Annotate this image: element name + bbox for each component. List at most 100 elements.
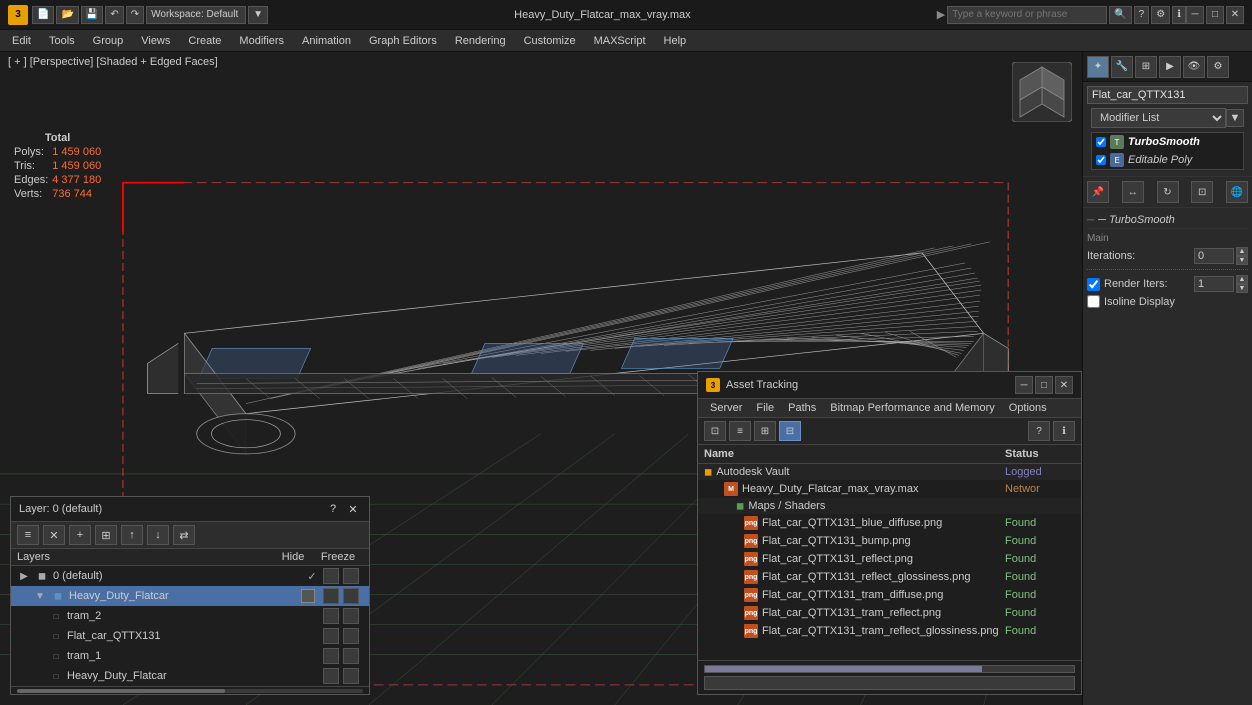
list-item[interactable]: png Flat_car_QTTX131_tram_reflect_glossi… [698,622,1081,640]
list-item[interactable]: □ Heavy_Duty_Flatcar [11,666,369,686]
search-btn[interactable]: 🔍 [1109,6,1131,24]
list-item[interactable]: ▶ ◼ 0 (default) ✓ [11,566,369,586]
workspace-expand[interactable]: ▼ [248,6,268,24]
info-icon[interactable]: ℹ [1172,6,1186,24]
ts-collapse-button[interactable]: ─ [1087,215,1094,226]
layer-tool-6[interactable]: ↓ [147,525,169,545]
redo-btn[interactable]: ↷ [126,6,144,24]
scroll-thumb[interactable] [17,689,225,693]
menu-tools[interactable]: Tools [41,33,83,49]
layer-close-button[interactable]: ✕ [345,501,361,517]
layer-visibility-box[interactable] [301,589,315,603]
new-btn[interactable]: 📄 [32,6,54,24]
ts-render-up-btn[interactable]: ▲ [1236,275,1248,284]
asset-menu-options[interactable]: Options [1003,401,1053,415]
asset-close-button[interactable]: ✕ [1055,376,1073,394]
settings-icon[interactable]: ⚙ [1151,6,1170,24]
viewport[interactable]: [ + ] [Perspective] [Shaded + Edged Face… [0,52,1082,705]
modifier-editable-poly[interactable]: E Editable Poly [1092,151,1243,169]
menu-group[interactable]: Group [85,33,132,49]
list-item[interactable]: png Flat_car_QTTX131_blue_diffuse.png Fo… [698,514,1081,532]
menu-views[interactable]: Views [133,33,178,49]
ts-iterations-input[interactable] [1194,248,1234,264]
layer-tool-7[interactable]: ⇄ [173,525,195,545]
list-item[interactable]: png Flat_car_QTTX131_reflect.png Found [698,550,1081,568]
asset-tb-btn3[interactable]: ⊞ [754,421,776,441]
layer-freeze-cell[interactable] [343,588,359,604]
menu-graph-editors[interactable]: Graph Editors [361,33,445,49]
layer-hide-cell[interactable] [323,608,339,624]
scale-icon[interactable]: ⊡ [1191,181,1213,203]
layer-hide-cell[interactable] [323,588,339,604]
undo-btn[interactable]: ↶ [105,6,123,24]
modifier-checkbox[interactable] [1096,137,1106,147]
layer-freeze-cell[interactable] [343,608,359,624]
rp-utility-icon[interactable]: ⚙ [1207,56,1229,78]
asset-tb-btn1[interactable]: ⊡ [704,421,726,441]
menu-maxscript[interactable]: MAXScript [586,33,654,49]
list-item[interactable]: png Flat_car_QTTX131_tram_diffuse.png Fo… [698,586,1081,604]
workspace-dropdown[interactable]: Workspace: Default [146,6,246,24]
ts-render-input[interactable] [1194,276,1234,292]
modifier-turbosmooth[interactable]: T TurboSmooth [1092,133,1243,151]
layer-freeze-cell[interactable] [343,668,359,684]
modifier-checkbox[interactable] [1096,155,1106,165]
minimize-button[interactable]: ─ [1186,6,1204,24]
layer-freeze-cell[interactable] [343,568,359,584]
list-item[interactable]: ▼ ◼ Heavy_Duty_Flatcar [11,586,369,606]
modifier-dropdown[interactable]: Modifier List [1091,108,1226,128]
list-item[interactable]: □ tram_1 [11,646,369,666]
move-icon[interactable]: ↔ [1122,181,1144,203]
asset-tb-btn4[interactable]: ⊟ [779,421,801,441]
list-item[interactable]: □ tram_2 [11,606,369,626]
layer-hide-cell[interactable] [323,568,339,584]
search-input[interactable] [947,6,1107,24]
asset-tb-help[interactable]: ? [1028,421,1050,441]
layer-tool-1[interactable]: ≡ [17,525,39,545]
ts-render-checkbox[interactable] [1087,278,1100,291]
asset-menu-file[interactable]: File [750,401,780,415]
menu-create[interactable]: Create [180,33,229,49]
layer-tool-3[interactable]: + [69,525,91,545]
menu-edit[interactable]: Edit [4,33,39,49]
asset-maximize-button[interactable]: □ [1035,376,1053,394]
asset-tb-info[interactable]: ℹ [1053,421,1075,441]
layer-hide-cell[interactable] [323,628,339,644]
rp-create-icon[interactable]: ✦ [1087,56,1109,78]
list-item[interactable]: png Flat_car_QTTX131_bump.png Found [698,532,1081,550]
maximize-button[interactable]: □ [1206,6,1224,24]
list-item[interactable]: ◼ Autodesk Vault Logged [698,464,1081,480]
menu-customize[interactable]: Customize [516,33,584,49]
list-item[interactable]: ◼ Maps / Shaders [698,498,1081,514]
list-item[interactable]: png Flat_car_QTTX131_reflect_glossiness.… [698,568,1081,586]
modifier-expand-button[interactable]: ▼ [1226,109,1244,127]
asset-menu-server[interactable]: Server [704,401,748,415]
layer-freeze-cell[interactable] [343,628,359,644]
rp-hierarchy-icon[interactable]: ⊞ [1135,56,1157,78]
list-item[interactable]: □ Flat_car_QTTX131 [11,626,369,646]
asset-tb-btn2[interactable]: ≡ [729,421,751,441]
close-button[interactable]: ✕ [1226,6,1244,24]
list-item[interactable]: M Heavy_Duty_Flatcar_max_vray.max Networ [698,480,1081,498]
menu-animation[interactable]: Animation [294,33,359,49]
menu-help[interactable]: Help [656,33,695,49]
object-name-field[interactable] [1087,86,1248,104]
ts-down-btn[interactable]: ▼ [1236,256,1248,265]
asset-menu-paths[interactable]: Paths [782,401,822,415]
asset-menu-bitmap[interactable]: Bitmap Performance and Memory [824,401,1000,415]
asset-minimize-button[interactable]: ─ [1015,376,1033,394]
list-item[interactable]: png Flat_car_QTTX131_tram_reflect.png Fo… [698,604,1081,622]
layer-help-button[interactable]: ? [325,501,341,517]
rp-motion-icon[interactable]: ▶ [1159,56,1181,78]
help-icon[interactable]: ? [1134,6,1150,24]
save-btn[interactable]: 💾 [81,6,103,24]
rp-display-icon[interactable]: 👁 [1183,56,1205,78]
ts-isoline-checkbox[interactable] [1087,295,1100,308]
layer-hide-cell[interactable] [323,648,339,664]
layer-tool-2[interactable]: ✕ [43,525,65,545]
rotate-icon[interactable]: ↻ [1157,181,1179,203]
layer-tool-5[interactable]: ↑ [121,525,143,545]
ts-up-btn[interactable]: ▲ [1236,247,1248,256]
layer-freeze-cell[interactable] [343,648,359,664]
open-btn[interactable]: 📂 [56,6,78,24]
